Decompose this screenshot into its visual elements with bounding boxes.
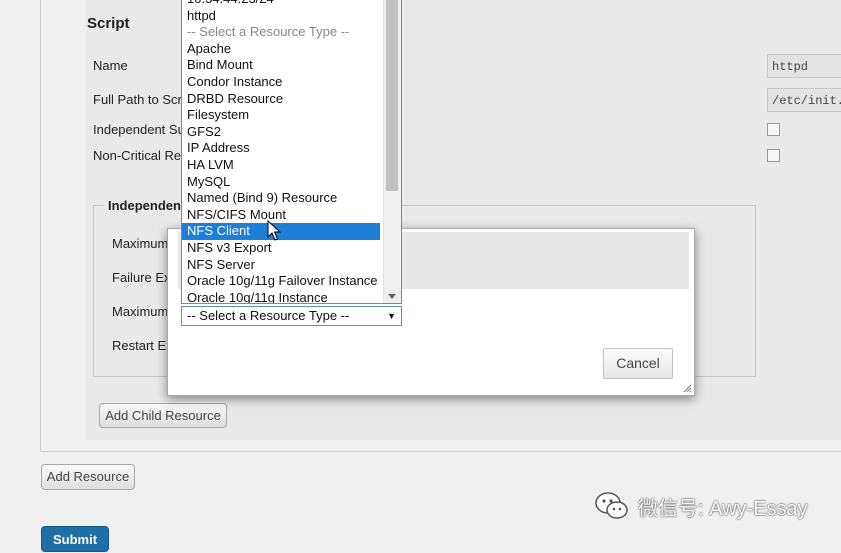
watermark-text: 微信号: Awy-Essay xyxy=(638,497,808,520)
resource-type-select[interactable]: -- Select a Resource Type -- ▼ xyxy=(181,306,402,326)
dropdown-option[interactable]: 10.34.44.23/24 xyxy=(182,0,401,8)
fieldset-row-label: Failure Ex xyxy=(112,270,171,285)
dropdown-option[interactable]: GFS2 xyxy=(182,124,401,141)
add-resource-button[interactable]: Add Resource xyxy=(41,464,135,490)
dropdown-option[interactable]: NFS/CIFS Mount xyxy=(182,207,401,224)
dropdown-option[interactable]: NFS Server xyxy=(182,257,401,274)
section-title: Script xyxy=(87,15,130,32)
dropdown-option[interactable]: IP Address xyxy=(182,140,401,157)
select-value: -- Select a Resource Type -- xyxy=(187,308,350,323)
full-path-label: Full Path to Scri xyxy=(93,92,185,107)
fieldset-row-label: Maximum xyxy=(112,236,169,251)
wechat-icon xyxy=(595,492,628,519)
option-list: 10.34.44.23/24httpd-- Select a Resource … xyxy=(182,0,401,303)
fieldset-row-label: Restart Ex xyxy=(112,338,173,353)
dropdown-scrollbar[interactable] xyxy=(383,0,401,303)
non-critical-checkbox[interactable] xyxy=(767,149,780,162)
resize-grip-icon[interactable] xyxy=(682,383,692,393)
dropdown-option[interactable]: NFS Client xyxy=(182,223,380,240)
non-critical-label: Non-Critical Re xyxy=(93,148,182,163)
submit-button[interactable]: Submit xyxy=(41,526,109,552)
dropdown-option[interactable]: MySQL xyxy=(182,174,401,191)
independent-subtree-label: Independent Su xyxy=(93,122,185,137)
resource-type-dropdown-list[interactable]: 10.34.44.23/24httpd-- Select a Resource … xyxy=(181,0,402,304)
dropdown-option[interactable]: -- Select a Resource Type -- xyxy=(182,24,401,41)
name-input[interactable]: httpd xyxy=(767,54,841,78)
dropdown-option[interactable]: NFS v3 Export xyxy=(182,240,401,257)
watermark: 微信号: Awy-Essay xyxy=(594,488,808,524)
fieldset-row-label: Maximum xyxy=(112,304,169,319)
dropdown-arrow-icon: ▼ xyxy=(387,311,396,321)
dropdown-option[interactable]: Oracle 10g/11g Instance xyxy=(182,290,401,303)
dropdown-option[interactable]: Named (Bind 9) Resource xyxy=(182,190,401,207)
scrollbar-thumb[interactable] xyxy=(386,0,398,191)
dropdown-option[interactable]: HA LVM xyxy=(182,157,401,174)
cancel-button[interactable]: Cancel xyxy=(603,348,673,379)
independent-subtree-checkbox[interactable] xyxy=(767,123,780,136)
dropdown-option[interactable]: Condor Instance xyxy=(182,74,401,91)
dropdown-option[interactable]: Bind Mount xyxy=(182,57,401,74)
name-label: Name xyxy=(93,58,128,73)
fieldset-legend: Independent xyxy=(104,198,190,213)
dropdown-option[interactable]: Filesystem xyxy=(182,107,401,124)
dropdown-option[interactable]: httpd xyxy=(182,8,401,25)
dropdown-option[interactable]: DRBD Resource xyxy=(182,91,401,108)
add-child-resource-button[interactable]: Add Child Resource xyxy=(99,403,227,428)
mouse-cursor-icon xyxy=(267,220,281,241)
dropdown-option[interactable]: Oracle 10g/11g Failover Instance xyxy=(182,273,401,290)
full-path-input[interactable]: /etc/init.d/h xyxy=(767,88,841,112)
scroll-down-arrow-icon[interactable] xyxy=(388,294,396,299)
dropdown-option[interactable]: Apache xyxy=(182,41,401,58)
